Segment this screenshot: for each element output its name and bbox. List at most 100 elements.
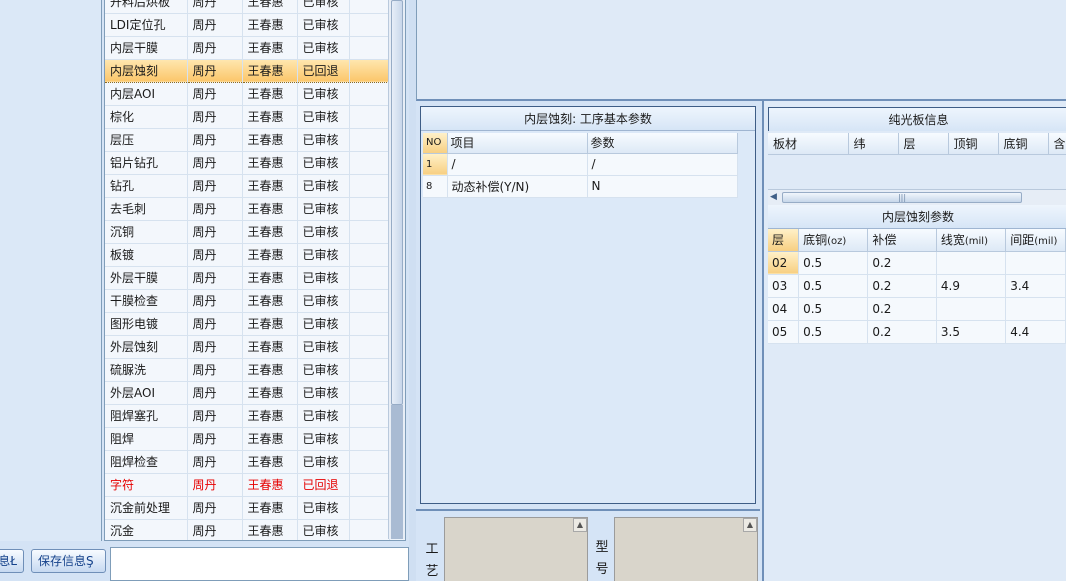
remark-input[interactable] [110, 547, 409, 581]
scroll-up-arrow-icon[interactable]: ▲ [573, 518, 587, 532]
save-info-button[interactable]: 保存信息Ş [31, 549, 106, 573]
process-row[interactable]: 外层蚀刻 周丹 王春惠 已审核 [105, 335, 390, 359]
process-name: 硫脲洗 [105, 358, 188, 382]
empty-cell [349, 0, 390, 14]
etch-bottom-copper: 0.5 [798, 274, 869, 298]
process-row[interactable]: 沉金前处理 周丹 王春惠 已审核 [105, 496, 390, 520]
etch-line-width: 3.5 [936, 320, 1007, 344]
process-row[interactable]: 沉铜 周丹 王春惠 已审核 [105, 220, 390, 244]
process-row[interactable]: 内层AOI 周丹 王春惠 已审核 [105, 82, 390, 106]
review-status: 已审核 [297, 128, 350, 152]
etch-layer: 05 [768, 320, 800, 344]
empty-cell [349, 174, 390, 198]
etch-row[interactable]: 05 0.5 0.2 3.5 4.4 [768, 320, 1066, 344]
param-value: N [587, 175, 738, 198]
etch-row[interactable]: 02 0.5 0.2 [768, 251, 1066, 275]
column-header-compensation[interactable]: 补偿 [867, 229, 937, 252]
process-row[interactable]: 外层AOI 周丹 王春惠 已审核 [105, 381, 390, 405]
column-header-param[interactable]: 参数 [587, 133, 738, 154]
process-row[interactable]: 板镀 周丹 王春惠 已审核 [105, 243, 390, 267]
process-name: 板镀 [105, 243, 188, 267]
pure-board-column-header[interactable]: 纬 [848, 133, 899, 155]
maker-name: 周丹 [187, 427, 243, 451]
column-header-item[interactable]: 项目 [447, 133, 588, 154]
etch-layer: 04 [768, 297, 800, 321]
process-name: 字符 [105, 473, 188, 497]
process-params-panel: 内层蚀刻: 工序基本参数 NO 项目 参数 1//8 动态补偿(Y/N) N [420, 106, 756, 504]
panel-splitter[interactable] [409, 0, 416, 581]
empty-cell [349, 335, 390, 359]
process-row[interactable]: 外层干膜 周丹 王春惠 已审核 [105, 266, 390, 290]
board-info-panel: 纯光板信息 板材纬层顶铜 底铜含 ◀ ||| 内层蚀刻参数 层 底铜(oz) 补偿… [762, 101, 1066, 581]
column-header-line-width[interactable]: 线宽(mil) [936, 229, 1007, 252]
process-row[interactable]: 铝片钻孔 周丹 王春惠 已审核 [105, 151, 390, 175]
scroll-left-arrow-icon[interactable]: ◀ [770, 192, 777, 202]
craft-memo[interactable]: ▲ [444, 517, 588, 581]
process-row[interactable]: 开料后烘板 周丹 王春惠 已审核 [105, 0, 390, 14]
review-status: 已审核 [297, 82, 350, 106]
pure-board-column-header[interactable]: 含 [1048, 133, 1066, 155]
top-info-area [416, 0, 1066, 101]
reviewer-name: 王春惠 [242, 82, 298, 106]
process-row[interactable]: 层压 周丹 王春惠 已审核 [105, 128, 390, 152]
process-row[interactable]: 去毛刺 周丹 王春惠 已审核 [105, 197, 390, 221]
model-memo[interactable]: ▲ [614, 517, 758, 581]
process-name: 内层蚀刻 [105, 58, 188, 83]
model-label: 型号 [595, 540, 609, 577]
etch-row[interactable]: 04 0.5 0.2 [768, 297, 1066, 321]
process-row[interactable]: 干膜检查 周丹 王春惠 已审核 [105, 289, 390, 313]
process-row[interactable]: 硫脲洗 周丹 王春惠 已审核 [105, 358, 390, 382]
pure-board-horizontal-scrollbar[interactable]: ◀ ||| [768, 189, 1066, 205]
reviewer-name: 王春惠 [242, 197, 298, 221]
maker-name: 周丹 [187, 36, 243, 60]
empty-cell [349, 243, 390, 267]
process-row[interactable]: 阻焊塞孔 周丹 王春惠 已审核 [105, 404, 390, 428]
process-name: 阻焊塞孔 [105, 404, 188, 428]
process-row[interactable]: 内层蚀刻 周丹 王春惠 已回退 [105, 58, 390, 83]
param-row[interactable]: 8 动态补偿(Y/N) N [423, 175, 738, 198]
maker-name: 周丹 [187, 289, 243, 313]
info-button[interactable]: 息Ł [0, 549, 24, 573]
reviewer-name: 王春惠 [242, 151, 298, 175]
process-row[interactable]: 内层干膜 周丹 王春惠 已审核 [105, 36, 390, 60]
maker-name: 周丹 [187, 381, 243, 405]
process-row[interactable]: LDI定位孔 周丹 王春惠 已审核 [105, 13, 390, 37]
empty-cell [349, 82, 390, 106]
scrollbar-track[interactable] [391, 405, 403, 539]
column-header-spacing[interactable]: 间距(mil) [1005, 229, 1066, 252]
maker-name: 周丹 [187, 312, 243, 336]
maker-name: 周丹 [187, 58, 243, 83]
pure-board-column-header[interactable]: 层 [898, 133, 949, 155]
pure-board-column-header[interactable]: 底铜 [998, 133, 1049, 155]
empty-cell [349, 427, 390, 451]
column-header-no[interactable]: NO [423, 133, 448, 154]
pure-board-column-header[interactable]: 顶铜 [948, 133, 999, 155]
reviewer-name: 王春惠 [242, 13, 298, 37]
process-name: 去毛刺 [105, 197, 188, 221]
process-row[interactable]: 图形电镀 周丹 王春惠 已审核 [105, 312, 390, 336]
etch-line-width [936, 297, 1007, 321]
process-row[interactable]: 阻焊检查 周丹 王春惠 已审核 [105, 450, 390, 474]
process-row[interactable]: 钻孔 周丹 王春惠 已审核 [105, 174, 390, 198]
maker-name: 周丹 [187, 0, 243, 14]
maker-name: 周丹 [187, 197, 243, 221]
reviewer-name: 王春惠 [242, 58, 298, 83]
review-status: 已审核 [297, 36, 350, 60]
column-header-bottom-copper[interactable]: 底铜(oz) [798, 229, 869, 252]
reviewer-name: 王春惠 [242, 450, 298, 474]
etch-row[interactable]: 03 0.5 0.2 4.9 3.4 [768, 274, 1066, 298]
maker-name: 周丹 [187, 174, 243, 198]
process-name: 干膜检查 [105, 289, 188, 313]
pure-board-column-header[interactable]: 板材 [768, 133, 849, 155]
column-header-layer[interactable]: 层 [768, 229, 800, 252]
param-row[interactable]: 1// [423, 153, 738, 176]
process-row[interactable]: 棕化 周丹 王春惠 已审核 [105, 105, 390, 129]
process-row[interactable]: 阻焊 周丹 王春惠 已审核 [105, 427, 390, 451]
process-row[interactable]: 字符 周丹 王春惠 已回退 [105, 473, 390, 497]
process-list-scrollbar[interactable] [388, 0, 405, 539]
scrollbar-thumb[interactable] [391, 0, 403, 405]
process-row[interactable]: 沉金 周丹 王春惠 已审核 [105, 519, 390, 540]
process-name: 外层干膜 [105, 266, 188, 290]
scrollbar-thumb[interactable]: ||| [782, 192, 1022, 203]
scroll-up-arrow-icon[interactable]: ▲ [743, 518, 757, 532]
